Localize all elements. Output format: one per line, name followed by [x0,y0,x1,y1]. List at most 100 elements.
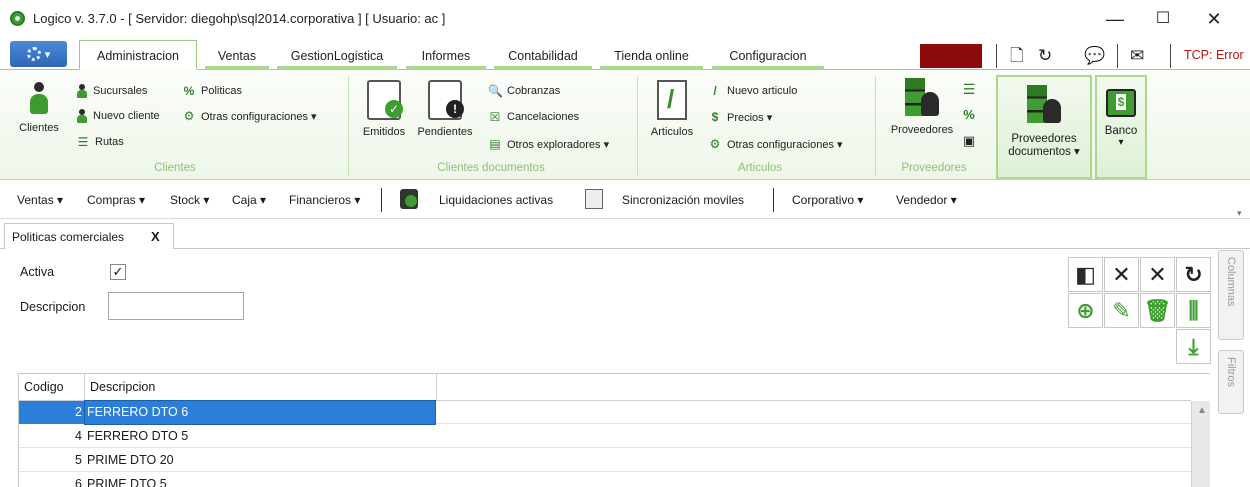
gear-icon [26,47,41,61]
app-menu-button[interactable]: ▾ [10,41,67,67]
group-separator [348,76,349,176]
separator [996,44,997,68]
document-tab-divider [0,248,1250,249]
nuevo-cliente-button[interactable]: Nuevo cliente [76,109,160,123]
cobranzas-label: Cobranzas [507,85,561,97]
filtros-side-tab[interactable]: Filtros [1218,350,1244,414]
clientes-label: Clientes [19,122,59,134]
delete-record-icon[interactable]: 🗑 [1140,293,1175,328]
supplier-policy-icon[interactable]: % [962,108,976,122]
cancel-edit-icon[interactable]: ✕ [1104,257,1139,292]
save-icon[interactable]: ◧ [1068,257,1103,292]
otras-configuraciones-articulos-button[interactable]: ⚙ Otras configuraciones ▾ [708,137,843,151]
activa-checkbox[interactable]: ✓ [110,264,126,280]
column-header-codigo[interactable]: Codigo [19,374,85,401]
menu-caja[interactable]: Caja ▾ [232,193,266,207]
mail-icon[interactable]: ✉ [1130,44,1144,68]
table-row[interactable]: 6 PRIME DTO 5 [19,473,1191,487]
document-tab-politicas-comerciales[interactable]: Politicas comerciales X [4,223,174,249]
new-article-icon: / [713,84,717,98]
banco-button[interactable]: Banco ▾ [1095,75,1147,179]
articulos-button[interactable]: Articulos [646,80,698,138]
menu-vendedor[interactable]: Vendedor ▾ [896,193,957,207]
nuevo-articulo-label: Nuevo articulo [727,85,798,97]
group-label-clientes-documentos: Clientes documentos [437,162,545,174]
columnas-side-tab[interactable]: Columnas [1218,250,1244,340]
title-bar: Logico v. 3.7.0 - [ Servidor: diegohp\sq… [0,0,1250,38]
close-window-button[interactable]: ✕ [1198,6,1230,32]
menu-financieros[interactable]: Financieros ▾ [289,193,360,207]
scroll-up-icon[interactable]: ▲ [1197,405,1207,416]
nuevo-articulo-button[interactable]: / Nuevo articulo [708,84,797,98]
tab-informes[interactable]: Informes [406,44,486,70]
add-record-icon[interactable]: ⊕ [1068,293,1103,328]
refresh-icon[interactable]: ↻ [1176,257,1211,292]
pendientes-button[interactable]: ! Pendientes [413,80,477,138]
sincronizacion-moviles-button[interactable]: Sincronización moviles [622,193,744,207]
otros-exploradores-button[interactable]: ▤ Otros exploradores ▾ [488,137,609,151]
supplier-documents-icon [1027,85,1061,125]
tcp-status-text: TCP: Error [1184,48,1244,62]
dropdown-arrow-icon: ▾ [44,48,51,61]
cell-codigo: 6 [75,477,82,487]
tab-ventas[interactable]: Ventas [205,44,269,70]
cell-descripcion: FERRERO DTO 6 [84,400,436,425]
menu-compras[interactable]: Compras ▾ [87,193,145,207]
rutas-button[interactable]: ☰ Rutas [76,135,124,149]
liquidations-icon [400,189,418,209]
edit-record-icon[interactable]: ✎ [1104,293,1139,328]
export-download-icon[interactable]: ⤓ [1176,329,1211,364]
banco-dropdown-arrow: ▾ [1118,137,1124,148]
minimize-button[interactable]: — [1099,6,1131,32]
close-icon[interactable]: ✕ [1140,257,1175,292]
precios-button[interactable]: $ Precios ▾ [708,110,773,124]
emitidos-button[interactable]: ✓ Emitidos [358,80,410,138]
menu-ventas[interactable]: Ventas ▾ [17,193,63,207]
columns-chart-icon[interactable]: ⫼ [1176,293,1211,328]
tab-tienda-online[interactable]: Tienda online [600,44,703,70]
tab-gestionlogistica[interactable]: GestionLogistica [277,44,397,70]
proveedores-documentos-button[interactable]: Proveedores documentos ▾ [996,75,1092,179]
tab-contabilidad[interactable]: Contabilidad [494,44,592,70]
descripcion-input[interactable] [108,292,244,320]
branch-icon [76,84,88,98]
politicas-button[interactable]: % Politicas [182,84,242,98]
clientes-button[interactable]: Clientes [12,82,66,134]
supplier-document-icon[interactable]: ▣ [962,134,976,148]
table-row[interactable]: 2 FERRERO DTO 6 [19,400,1191,425]
chat-icon[interactable]: 💬 [1084,44,1105,68]
supplier-list-icon[interactable]: ☰ [962,82,976,96]
precios-label: Precios ▾ [727,111,773,124]
toolbar-overflow-icon[interactable]: ▾ [1237,208,1242,219]
pendientes-label: Pendientes [417,126,473,138]
sucursales-button[interactable]: Sucursales [76,84,147,98]
tab-administracion[interactable]: Administracion [79,40,197,70]
sucursales-label: Sucursales [93,85,148,97]
grid-vertical-scrollbar[interactable]: ▲ [1191,401,1210,487]
client-icon [28,82,50,116]
separator [1117,44,1118,68]
otras-configuraciones-clientes-button[interactable]: ⚙ Otras configuraciones ▾ [182,109,317,123]
nuevo-cliente-label: Nuevo cliente [93,110,160,122]
table-row[interactable]: 5 PRIME DTO 20 [19,449,1191,472]
new-document-icon[interactable]: 🗋 [1010,44,1024,68]
column-header-descripcion[interactable]: Descripcion [85,374,437,401]
cancelaciones-button[interactable]: ☒ Cancelaciones [488,110,580,124]
maximize-button[interactable]: ☐ [1147,6,1179,32]
tab-configuracion[interactable]: Configuracion [712,44,824,70]
gears-icon: ⚙ [709,137,721,151]
bank-icon [1106,89,1136,117]
cancelaciones-label: Cancelaciones [507,111,580,123]
filtros-label: Filtros [1225,357,1237,387]
liquidaciones-activas-button[interactable]: Liquidaciones activas [439,193,553,207]
cobranzas-button[interactable]: 🔍 Cobranzas [488,84,560,98]
refresh-bell-icon[interactable]: ↻ [1038,44,1052,68]
menu-corporativo[interactable]: Corporativo ▾ [792,193,863,207]
separator [1170,44,1171,68]
close-tab-icon[interactable]: X [151,224,160,250]
menu-stock[interactable]: Stock ▾ [170,193,209,207]
group-separator [875,76,876,176]
cell-descripcion: FERRERO DTO 5 [87,429,189,443]
proveedores-button[interactable]: Proveedores [884,78,960,136]
table-row[interactable]: 4 FERRERO DTO 5 [19,425,1191,448]
